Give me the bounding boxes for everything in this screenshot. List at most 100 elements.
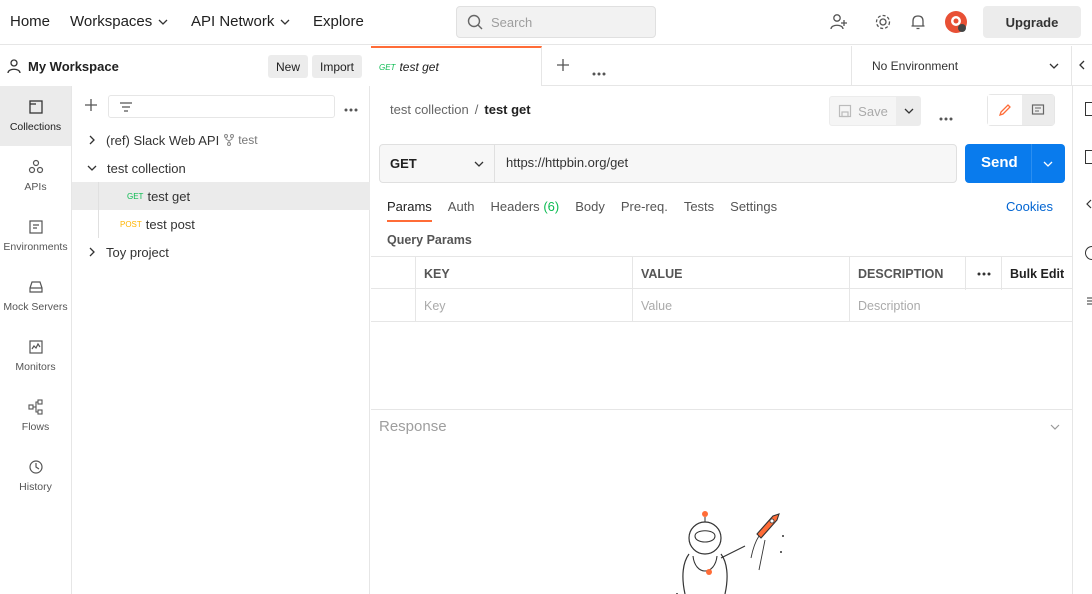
tree-item-label: test collection — [107, 160, 186, 176]
nav-home[interactable]: Home — [10, 13, 50, 30]
tab-label: test get — [399, 60, 439, 74]
key-input[interactable]: Key — [415, 289, 632, 322]
sidebar-item-collections[interactable]: Collections — [0, 86, 71, 146]
response-header[interactable]: Response — [371, 409, 1072, 442]
related-icon[interactable] — [1085, 294, 1092, 305]
tree-item-label: (ref) Slack Web API — [106, 132, 220, 148]
save-label: Save — [858, 103, 888, 119]
chevron-down-icon[interactable] — [1043, 160, 1053, 168]
flows-icon — [27, 399, 43, 415]
sidebar-item-label: Monitors — [15, 361, 56, 373]
new-tab-icon[interactable] — [556, 58, 570, 75]
filter-icon — [120, 101, 132, 112]
headers-count: (6) — [543, 199, 560, 214]
tab-tests[interactable]: Tests — [684, 199, 714, 222]
view-toggle — [987, 94, 1055, 126]
filter-input[interactable] — [108, 95, 335, 118]
breadcrumb-collection[interactable]: test collection — [390, 102, 469, 117]
tree-item-label: test post — [145, 216, 195, 232]
send-button[interactable]: Send — [965, 144, 1065, 183]
table-more-icon[interactable] — [965, 257, 1001, 290]
tree-item-test-collection[interactable]: test collection — [72, 154, 370, 182]
chevron-down-icon — [904, 108, 914, 114]
nav-workspaces[interactable]: Workspaces — [70, 13, 168, 30]
environment-label: No Environment — [872, 59, 959, 73]
tab-more-icon[interactable] — [592, 64, 606, 79]
sidebar-item-environments[interactable]: Environments — [0, 206, 71, 266]
avatar[interactable] — [944, 10, 968, 34]
method-select[interactable]: GET — [380, 145, 495, 182]
tab-headers-label: Headers — [490, 199, 540, 214]
cookies-link[interactable]: Cookies — [1006, 199, 1053, 214]
save-options-button[interactable] — [897, 96, 921, 126]
search-input[interactable] — [491, 14, 641, 30]
sidebar-item-monitors[interactable]: Monitors — [0, 326, 71, 386]
collections-sidebar: (ref) Slack Web API test test collection… — [72, 86, 370, 594]
workspace-title: My Workspace — [28, 58, 119, 74]
new-button[interactable]: New — [268, 55, 309, 78]
request-more-icon[interactable] — [939, 109, 953, 124]
tab-headers[interactable]: Headers (6) — [491, 199, 560, 222]
tab-bar: GET test get No Environment — [371, 46, 1092, 86]
edit-icon[interactable] — [988, 95, 1022, 125]
chevron-down-icon — [474, 161, 484, 167]
comments-icon[interactable] — [1085, 150, 1092, 164]
tab-prereq[interactable]: Pre-req. — [621, 199, 668, 222]
sidebar-item-mock-servers[interactable]: Mock Servers — [0, 266, 71, 326]
sidebar-item-history[interactable]: History — [0, 446, 71, 506]
documentation-icon[interactable] — [1085, 102, 1092, 116]
tab-settings[interactable]: Settings — [730, 199, 777, 222]
chevron-down-icon — [1050, 424, 1060, 430]
description-input[interactable]: Description — [849, 289, 1072, 322]
save-button[interactable]: Save — [829, 96, 897, 126]
collapse-right-icon[interactable] — [1071, 46, 1092, 86]
sidebar-item-label: Collections — [9, 121, 62, 133]
comment-icon[interactable] — [1022, 95, 1054, 125]
sidebar-item-label: History — [19, 481, 52, 493]
tab-params[interactable]: Params — [387, 199, 432, 222]
upgrade-button[interactable]: Upgrade — [983, 6, 1081, 38]
info-icon[interactable] — [1085, 246, 1092, 260]
add-icon[interactable] — [84, 98, 98, 115]
chevron-down-icon — [87, 165, 97, 171]
breadcrumb: test collection / test get — [390, 102, 531, 117]
tree-item-toy-project[interactable]: Toy project — [72, 238, 370, 266]
sidebar-item-label: Mock Servers — [3, 301, 68, 313]
environment-select[interactable]: No Environment — [851, 46, 1071, 86]
tree-item-test-get[interactable]: GET test get — [72, 182, 370, 238]
more-options-icon[interactable] — [344, 100, 358, 115]
nav-explore[interactable]: Explore — [313, 13, 364, 30]
chevron-right-icon — [89, 247, 95, 257]
nav-api-network[interactable]: API Network — [191, 13, 290, 30]
bell-icon[interactable] — [908, 12, 928, 32]
col-description-header: DESCRIPTION — [849, 257, 965, 290]
code-icon[interactable] — [1085, 198, 1092, 210]
url-input[interactable]: https://httpbin.org/get — [506, 155, 628, 170]
monitors-icon — [28, 340, 43, 354]
tab-body[interactable]: Body — [575, 199, 605, 222]
method-badge: GET — [379, 62, 396, 72]
table-header-row: KEY VALUE DESCRIPTION Bulk Edit — [371, 256, 1072, 290]
import-button[interactable]: Import — [312, 55, 363, 78]
search-box[interactable] — [456, 6, 656, 38]
invite-user-icon[interactable] — [829, 12, 849, 32]
breadcrumb-request[interactable]: test get — [484, 102, 530, 117]
bulk-edit-button[interactable]: Bulk Edit — [1001, 257, 1072, 290]
sidebar-item-flows[interactable]: Flows — [0, 386, 71, 446]
tab-test-get[interactable]: GET test get — [371, 46, 542, 86]
table-row: Key Value Description — [371, 289, 1072, 322]
chevron-down-icon — [280, 19, 290, 25]
search-icon — [467, 14, 483, 30]
tree-item-test-post[interactable]: POST test post — [72, 210, 370, 238]
tree-item-slack-web-api[interactable]: (ref) Slack Web API test — [72, 126, 370, 154]
gear-icon[interactable] — [873, 12, 893, 32]
tab-auth[interactable]: Auth — [448, 199, 475, 222]
user-icon — [7, 59, 21, 74]
nav-api-network-label: API Network — [191, 13, 275, 30]
sidebar-item-apis[interactable]: APIs — [0, 146, 71, 206]
request-editor: GET test get No Environment test collect… — [371, 46, 1092, 594]
sidebar-icon-bar: Collections APIs Environments Mock Serve… — [0, 86, 72, 594]
request-tabs: Params Auth Headers (6) Body Pre-req. Te… — [387, 199, 793, 222]
environments-icon — [28, 220, 43, 234]
value-input[interactable]: Value — [632, 289, 849, 322]
